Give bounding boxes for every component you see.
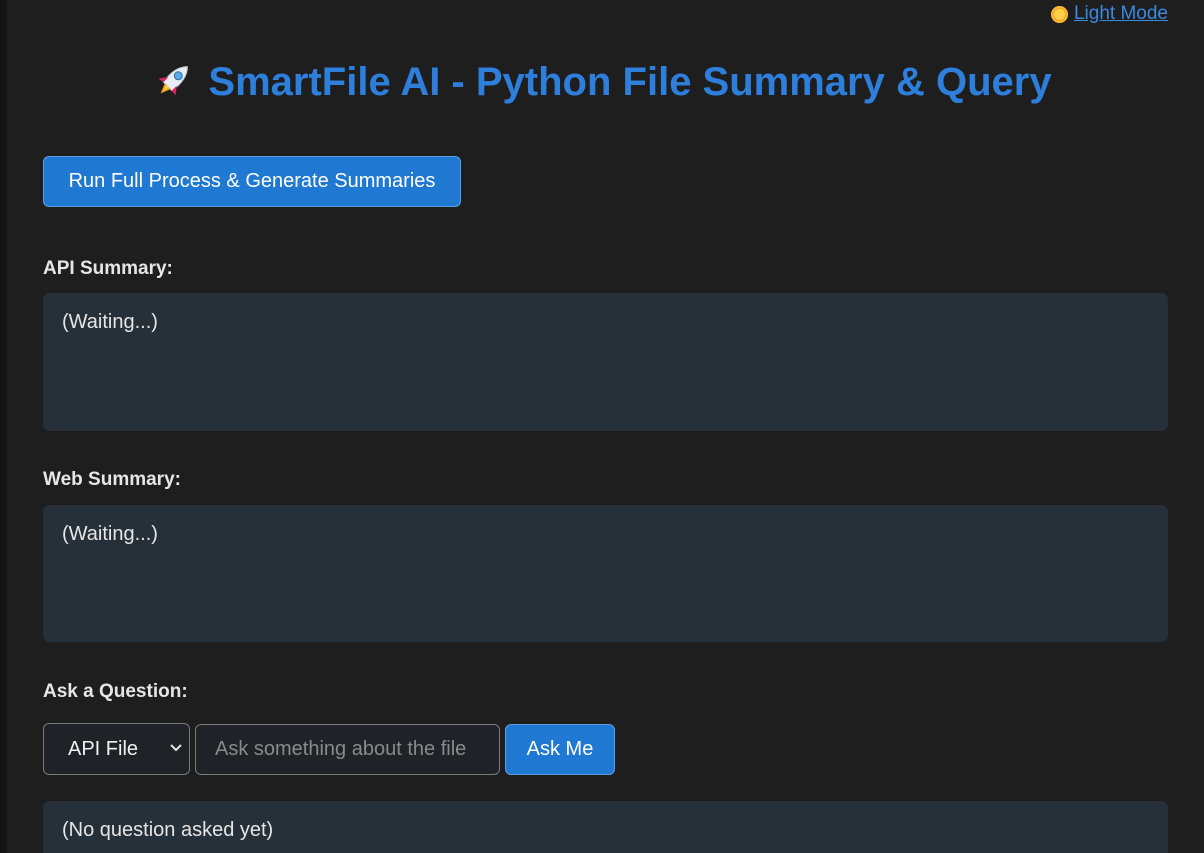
rocket-icon (158, 66, 189, 96)
ask-me-button[interactable]: Ask Me (505, 724, 615, 775)
page-title-text: SmartFile AI - Python File Summary & Que… (208, 60, 1052, 104)
api-summary-label: API Summary: (43, 258, 173, 279)
sun-icon (1050, 5, 1068, 23)
ask-question-label: Ask a Question: (43, 681, 188, 702)
app-window: Light Mode SmartFile AI - Python File Su… (0, 0, 1204, 853)
file-source-selected-value: API File (68, 737, 139, 760)
api-summary-content: (Waiting...) (62, 311, 158, 333)
window-edge (0, 0, 7, 853)
web-summary-panel: (Waiting...) (43, 505, 1168, 642)
answer-panel: (No question asked yet) (43, 801, 1168, 853)
run-full-process-button[interactable]: Run Full Process & Generate Summaries (43, 156, 461, 207)
page-title: SmartFile AI - Python File Summary & Que… (0, 58, 1204, 106)
chevron-down-icon (170, 744, 182, 752)
file-source-select[interactable]: API File (43, 723, 190, 775)
question-input[interactable] (195, 724, 500, 775)
answer-content: (No question asked yet) (62, 819, 274, 841)
api-summary-panel: (Waiting...) (43, 293, 1168, 431)
web-summary-content: (Waiting...) (62, 523, 158, 545)
theme-toggle-label: Light Mode (1073, 3, 1168, 24)
web-summary-label: Web Summary: (43, 469, 181, 490)
theme-toggle-link[interactable]: Light Mode (1050, 3, 1168, 25)
